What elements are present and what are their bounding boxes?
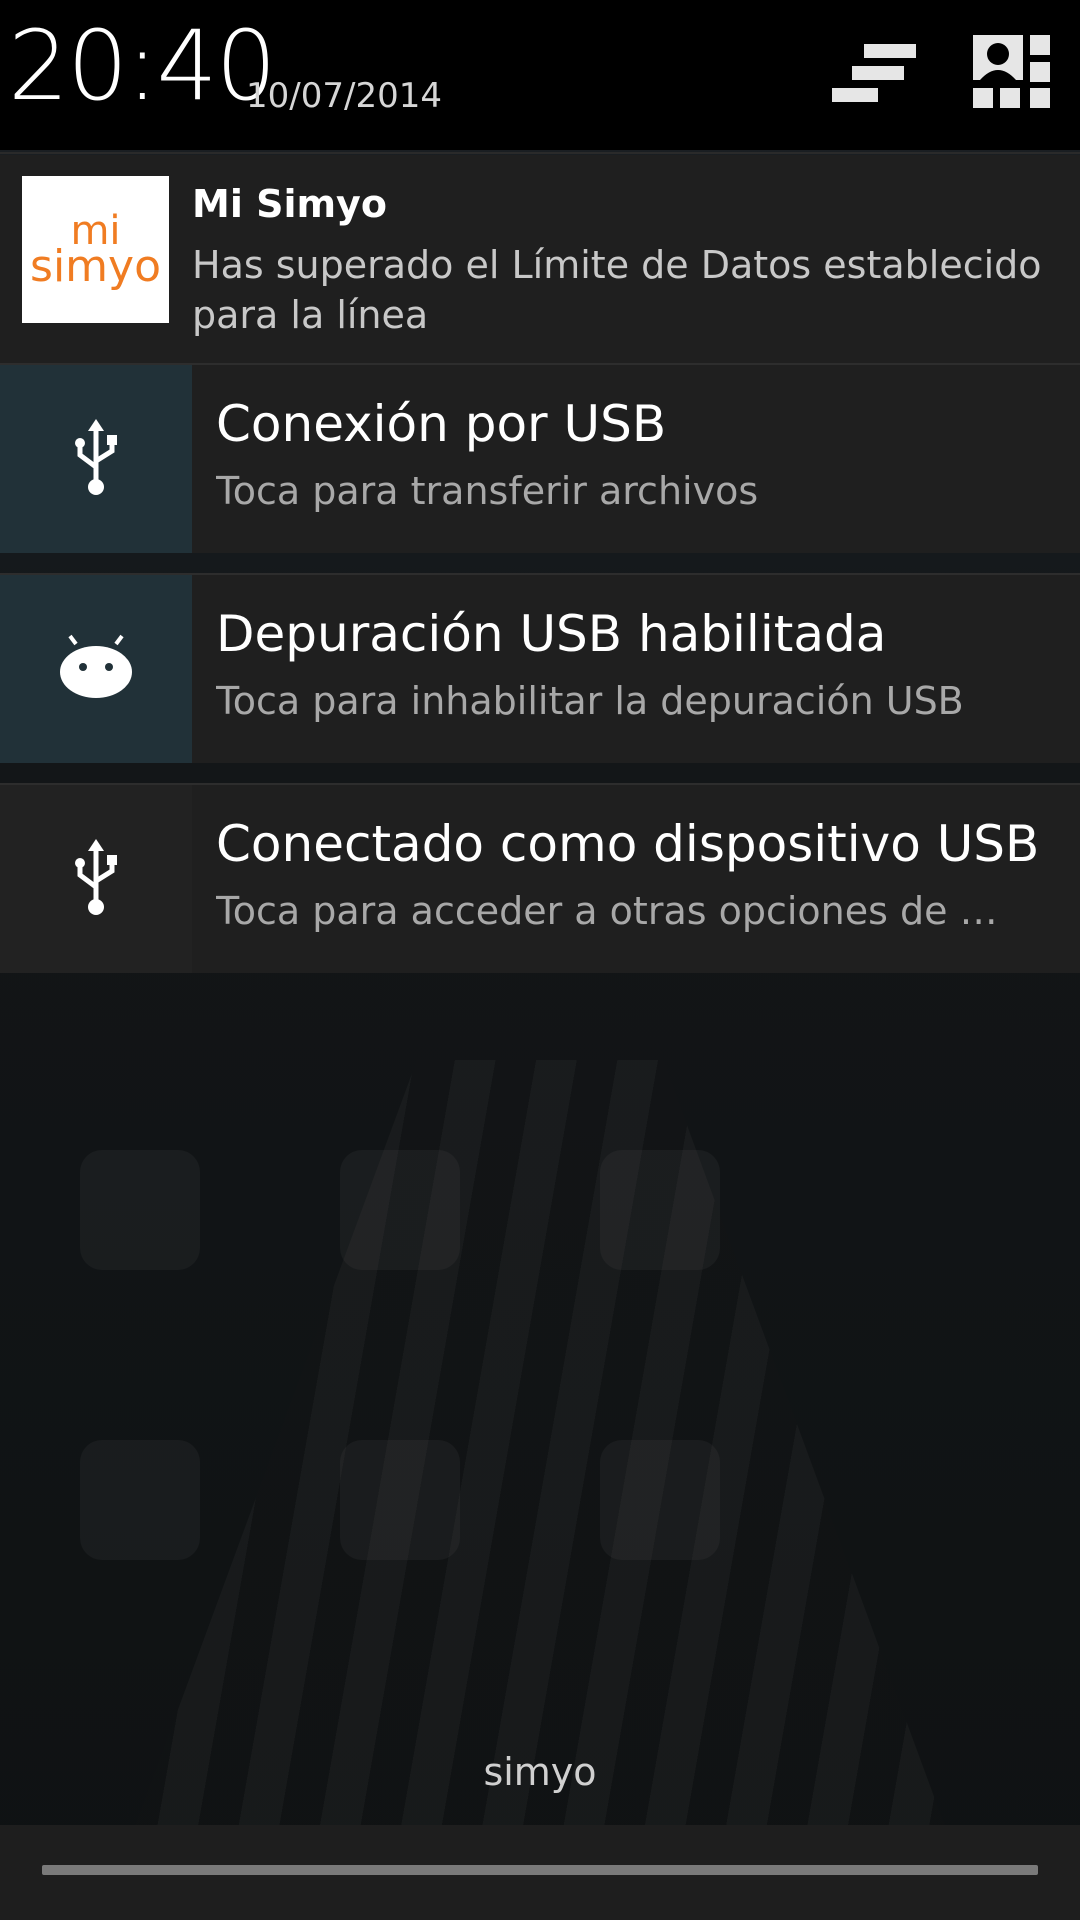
notification-text: Toca para transferir archivos [216, 469, 759, 513]
app-icon-placeholder [340, 1440, 460, 1560]
notification-header: 20:40 10/07/2014 [0, 0, 1080, 150]
clear-all-icon [832, 44, 916, 102]
notification-text: Toca para inhabilitar la depuración USB [216, 679, 964, 723]
notification-title: Conectado como dispositivo USB [216, 815, 1040, 873]
notification-usb-device[interactable]: Conectado como dispositivo USB Toca para… [0, 785, 1080, 973]
notification-icon-box [0, 575, 192, 763]
quick-settings-button[interactable] [958, 20, 1068, 130]
app-icon-placeholder [80, 1440, 200, 1560]
notification-text: Has superado el Límite de Datos establec… [192, 243, 1042, 337]
mi-simyo-logo-icon: mi simyo [22, 176, 169, 323]
carrier-label: simyo [483, 1750, 597, 1794]
notification-title: Conexión por USB [216, 395, 667, 453]
notification-usb-connection[interactable]: Conexión por USB Toca para transferir ar… [0, 365, 1080, 553]
drag-handle[interactable] [42, 1865, 1038, 1875]
clock: 20:40 [8, 10, 277, 122]
wallpaper-planks [130, 1060, 950, 1840]
app-icon-placeholder [600, 1440, 720, 1560]
notification-text: Toca para acceder a otras opciones de U… [216, 889, 1016, 933]
notification-title: Mi Simyo [192, 182, 387, 226]
notification-icon-box [0, 365, 192, 553]
quick-settings-icon [973, 35, 1050, 108]
android-debug-icon [60, 634, 132, 698]
app-icon-placeholder [600, 1150, 720, 1270]
notification-usb-debugging[interactable]: Depuración USB habilitada Toca para inha… [0, 575, 1080, 763]
notification-title: Depuración USB habilitada [216, 605, 887, 663]
date-label: 10/07/2014 [246, 76, 442, 116]
usb-icon [75, 839, 117, 915]
clear-notifications-button[interactable] [820, 20, 930, 130]
usb-icon [75, 419, 117, 495]
app-icon-placeholder [340, 1150, 460, 1270]
app-icon-placeholder [80, 1150, 200, 1270]
header-divider [0, 152, 1080, 154]
notification-icon-box [0, 785, 192, 973]
